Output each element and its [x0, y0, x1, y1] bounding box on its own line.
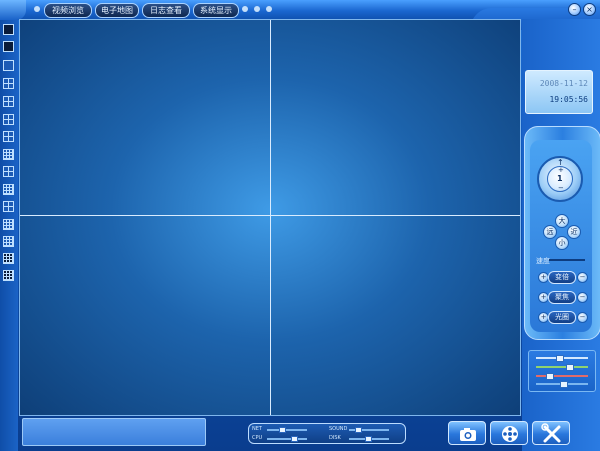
zoom-label: 变倍 [548, 271, 576, 284]
tab-log-view[interactable]: 日志查看 [142, 3, 190, 18]
meter-knob [291, 436, 298, 442]
speed-label: 速度 [536, 257, 550, 265]
clock-display: 2008-11-12 19:05:56 [525, 70, 593, 114]
iris-label: 光圈 [548, 311, 576, 324]
slider-knob[interactable] [560, 381, 568, 388]
saturation-slider[interactable] [536, 373, 588, 380]
clock-time: 19:05:56 [549, 95, 588, 104]
camera-icon [460, 428, 476, 441]
slider-knob[interactable] [546, 373, 554, 380]
ptz-zoom-in-icon[interactable]: + [558, 166, 564, 174]
slider-knob[interactable] [566, 364, 574, 371]
focus-minus-button[interactable]: − [577, 292, 588, 303]
tools-icon [541, 423, 561, 443]
focus-right-button[interactable]: 近 [567, 225, 581, 239]
ptz-zoom-out-icon[interactable]: − [558, 184, 564, 192]
tab-video-browse[interactable]: 视频浏览 [44, 3, 92, 18]
menu-dot [266, 6, 272, 12]
snapshot-button[interactable] [448, 421, 486, 445]
net-label: NET [252, 426, 262, 432]
sound-label: SOUND [329, 426, 348, 432]
system-meters: NET SOUND CPU DISK [248, 423, 406, 444]
meter-knob [279, 427, 286, 433]
focus-label: 聚焦 [548, 291, 576, 304]
layout-36-icon[interactable] [3, 270, 14, 281]
surveillance-app: 视频浏览 电子地图 日志查看 系统显示 – × 2008-11-12 19:05… [0, 0, 600, 451]
ptz-preset-label: 1 [557, 174, 563, 183]
layout-25-icon[interactable] [3, 253, 14, 264]
menu-dot [254, 6, 260, 12]
meter-knob [365, 436, 372, 442]
cpu-label: CPU [252, 435, 263, 441]
video-grid[interactable] [19, 19, 521, 416]
focus-far-button[interactable]: 大 [555, 214, 569, 228]
tab-system-display[interactable]: 系统显示 [193, 3, 239, 18]
settings-button[interactable] [532, 421, 570, 445]
zoom-minus-button[interactable]: − [577, 272, 588, 283]
layout-auto-icon[interactable] [3, 41, 14, 52]
meter-knob[interactable] [355, 427, 362, 433]
layout-4-icon[interactable] [3, 78, 14, 89]
layout-8-icon[interactable] [3, 149, 14, 160]
sound-meter[interactable] [349, 427, 389, 433]
net-meter [267, 427, 307, 433]
menu-dot [242, 6, 248, 12]
grid-divider-vertical [270, 20, 271, 415]
hue-slider[interactable] [536, 381, 588, 388]
grid-divider-horizontal [20, 215, 520, 216]
minimize-button[interactable]: – [568, 3, 581, 16]
tab-electronic-map[interactable]: 电子地图 [95, 3, 139, 18]
layout-4b-icon[interactable] [3, 96, 14, 107]
focus-left-button[interactable]: 远 [543, 225, 557, 239]
layout-8b-icon[interactable] [3, 166, 14, 177]
cpu-meter [267, 436, 307, 442]
clock-date: 2008-11-12 [539, 79, 588, 88]
brightness-slider[interactable] [536, 355, 588, 362]
layout-6b-icon[interactable] [3, 131, 14, 142]
layout-fullscreen-icon[interactable] [3, 24, 14, 35]
layout-16-icon[interactable] [3, 236, 14, 247]
iris-minus-button[interactable]: − [577, 312, 588, 323]
layout-6-icon[interactable] [3, 114, 14, 125]
film-reel-icon [502, 426, 518, 442]
menu-dot [34, 6, 40, 12]
close-button[interactable]: × [583, 3, 596, 16]
disk-meter [349, 436, 389, 442]
disk-label: DISK [329, 435, 341, 441]
layout-9-icon[interactable] [3, 184, 14, 195]
layout-13-icon[interactable] [3, 219, 14, 230]
record-button[interactable] [490, 421, 528, 445]
layout-1-icon[interactable] [3, 60, 14, 71]
focus-near-button[interactable]: 小 [555, 236, 569, 250]
slider-knob[interactable] [556, 355, 564, 362]
speed-slider[interactable] [549, 259, 585, 261]
status-box [22, 418, 206, 446]
layout-10-icon[interactable] [3, 201, 14, 212]
top-left-corner [0, 0, 26, 20]
contrast-slider[interactable] [536, 364, 588, 371]
